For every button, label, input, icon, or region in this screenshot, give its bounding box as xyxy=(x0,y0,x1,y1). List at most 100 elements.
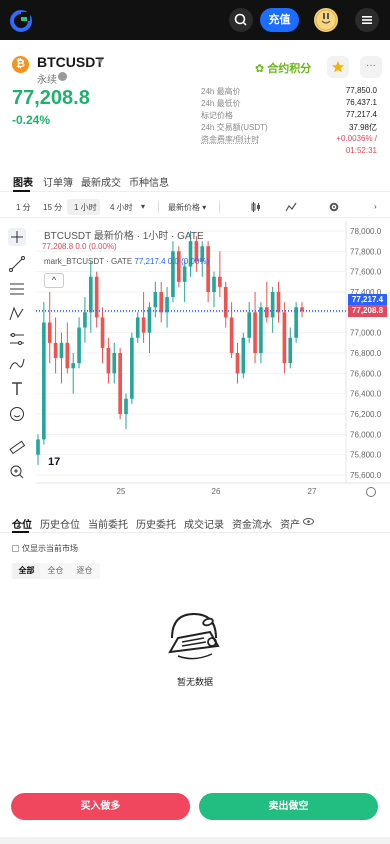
x-tick-label: 26 xyxy=(212,487,221,496)
favorite-button[interactable] xyxy=(327,56,349,78)
candle-body xyxy=(270,292,275,318)
tab-position-history[interactable]: 历史仓位 xyxy=(40,516,80,531)
candle-body xyxy=(130,337,134,399)
stat-label-funding[interactable]: 资金费率/倒计时 xyxy=(201,134,259,145)
candle-body xyxy=(212,276,216,292)
x-tick-label: 25 xyxy=(117,487,126,496)
candle-body xyxy=(100,317,105,348)
interval-1m[interactable]: 1 分 xyxy=(16,202,31,213)
candle-body xyxy=(259,307,263,353)
mark-series-values: 77,217.4 0.0 (0.00%) xyxy=(134,257,210,266)
search-button[interactable] xyxy=(229,8,253,32)
stat-value-funding: +0.0036% / xyxy=(336,134,377,143)
interval-15m[interactable]: 15 分 xyxy=(43,202,62,213)
price-change: -0.24% xyxy=(12,113,51,127)
tab-assets[interactable]: 资产 xyxy=(280,516,300,531)
stat-value-volume: 37.98亿 xyxy=(348,123,377,132)
contract-type: 永续 xyxy=(37,75,57,86)
tab-orderbook[interactable]: 订单簿 xyxy=(43,174,73,189)
candle-body xyxy=(106,347,111,374)
last-price: 77,208.8 xyxy=(12,87,90,109)
candle-body xyxy=(264,307,269,318)
indicators-icon[interactable] xyxy=(285,201,297,213)
tab-order-history[interactable]: 历史委托 xyxy=(136,516,176,531)
star-icon xyxy=(332,61,344,73)
interval-1h[interactable]: 1 小时 xyxy=(74,202,97,213)
sell-short-button[interactable]: 卖出做空 xyxy=(199,793,378,820)
avatar[interactable] xyxy=(314,8,338,32)
divider xyxy=(158,201,159,213)
eye-icon[interactable] xyxy=(303,518,314,525)
info-icon[interactable] xyxy=(58,72,67,81)
points-label: 合约积分 xyxy=(267,63,312,75)
filter-isolated[interactable]: 逐仓 xyxy=(71,563,98,579)
candle-body xyxy=(247,312,252,338)
candle-style-icon[interactable] xyxy=(250,201,262,213)
candle-body xyxy=(241,337,246,374)
tab-underline xyxy=(13,190,30,192)
tab-positions[interactable]: 仓位 xyxy=(12,516,32,531)
filter-cross[interactable]: 全仓 xyxy=(42,563,69,579)
only-current-market-label[interactable]: 仅显示当前市场 xyxy=(22,543,78,554)
chevron-down-icon[interactable]: ▼ xyxy=(96,56,105,66)
tab-coin-info[interactable]: 币种信息 xyxy=(129,174,169,189)
candle-body xyxy=(206,246,210,292)
stat-label-high: 24h 最高价 xyxy=(201,87,241,96)
filter-all[interactable]: 全部 xyxy=(13,563,40,579)
tab-recent-trades[interactable]: 最新成交 xyxy=(81,174,121,189)
stat-value-low: 76,437.1 xyxy=(345,98,377,107)
empty-state-icon xyxy=(168,612,220,660)
collapse-legend-button[interactable]: ^ xyxy=(44,273,64,288)
buy-long-button[interactable]: 买入做多 xyxy=(11,793,190,820)
chart-legend-values: 77,208.8 0.0 (0.00%) xyxy=(42,242,117,251)
tab-fund-flow[interactable]: 资金流水 xyxy=(232,516,272,531)
candle-body xyxy=(124,398,128,414)
contract-points-link[interactable]: ✿ 合约积分 xyxy=(255,60,311,76)
app-logo-icon[interactable] xyxy=(10,10,32,32)
x-tick-label: 27 xyxy=(308,487,317,496)
chart-legend-mark: mark_BTCUSDT · GATE 77,217.4 0.0 (0.00%) xyxy=(44,257,209,266)
positions-tab-underline xyxy=(12,531,29,533)
candle-body xyxy=(47,322,52,343)
chart-settings-icon[interactable] xyxy=(366,487,376,497)
symbol-name[interactable]: BTCUSDT xyxy=(37,54,104,70)
candle-body xyxy=(118,353,122,414)
candle-body xyxy=(88,276,93,313)
gear-icon[interactable] xyxy=(328,201,340,213)
only-current-market-checkbox[interactable] xyxy=(12,545,19,552)
more-options-button[interactable]: ··· xyxy=(360,56,382,78)
gift-icon: ✿ xyxy=(255,63,268,75)
stat-value-mark: 77,217.4 xyxy=(345,110,377,119)
y-tick-label: 76,200.0 xyxy=(350,410,382,419)
price-type-label: 最新价格 xyxy=(168,203,200,212)
menu-button[interactable] xyxy=(355,8,379,32)
stat-value-high: 77,850.0 xyxy=(345,86,377,95)
candle-body xyxy=(83,312,87,328)
interval-dropdown-icon[interactable]: ▾ xyxy=(141,202,145,211)
candle-body xyxy=(218,276,222,287)
candle-body xyxy=(176,251,181,282)
stat-label-mark: 标记价格 xyxy=(201,111,233,120)
candle-body xyxy=(36,439,40,455)
more-dots-icon: ··· xyxy=(366,60,376,71)
candle-body xyxy=(112,353,117,374)
price-type-select[interactable]: 最新价格 ▾ xyxy=(168,202,206,213)
mark-series-label: mark_BTCUSDT · GATE xyxy=(44,257,133,266)
y-tick-label: 77,800.0 xyxy=(350,247,382,256)
interval-4h[interactable]: 4 小时 xyxy=(110,202,133,213)
y-tick-label: 75,800.0 xyxy=(350,451,382,460)
candle-body xyxy=(153,292,158,308)
chevron-right-icon[interactable]: › xyxy=(374,202,377,211)
candle-body xyxy=(159,292,164,313)
tab-open-orders[interactable]: 当前委托 xyxy=(88,516,128,531)
deposit-button[interactable]: 充值 xyxy=(260,8,299,32)
y-tick-label: 76,600.0 xyxy=(350,369,382,378)
candle-body xyxy=(77,327,81,364)
tab-chart[interactable]: 图表 xyxy=(13,174,33,189)
menu-icon xyxy=(362,16,372,24)
y-tick-label: 75,600.0 xyxy=(350,471,382,480)
candle-body xyxy=(65,342,70,369)
tab-trade-history[interactable]: 成交记录 xyxy=(184,516,224,531)
last-price-tag: 77,208.8 xyxy=(348,305,387,317)
candle-body xyxy=(53,342,58,359)
